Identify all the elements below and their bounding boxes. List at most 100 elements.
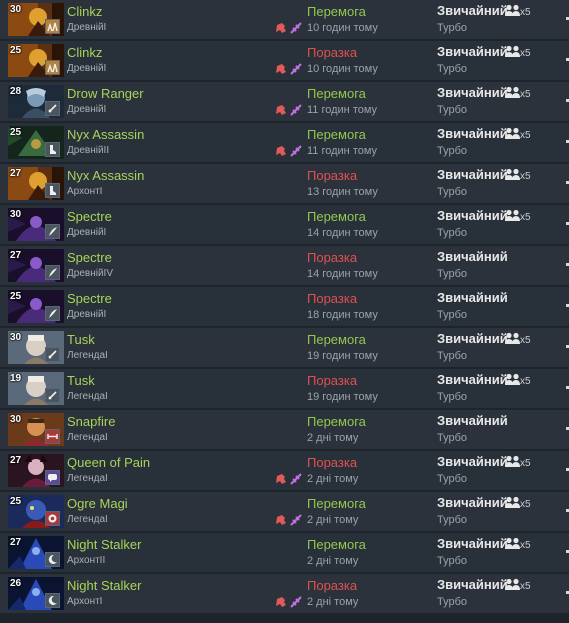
game-mode: Звичайний (437, 167, 508, 182)
match-row[interactable]: 25 Clinkz ДревнійI Поразка 10 годин тому… (0, 41, 569, 80)
game-submode: Турбо (437, 350, 468, 362)
game-submode: Турбо (437, 104, 468, 116)
arrows-icon (47, 434, 58, 439)
match-time: 18 годин тому (307, 309, 378, 321)
match-result: Поразка (307, 291, 358, 306)
role-badge (45, 388, 60, 403)
game-submode: Турбо (437, 145, 468, 157)
damage-item-icon (276, 515, 286, 525)
hero-level: 27 (10, 250, 22, 261)
game-mode: Звичайний (437, 577, 508, 592)
match-row[interactable]: 25 Nyx Assassin ДревнійII Перемога 11 го… (0, 123, 569, 162)
match-row[interactable]: 30 Spectre ДревнійI Перемога 14 годин то… (0, 205, 569, 244)
party-icon (505, 127, 520, 139)
game-submode: Турбо (437, 514, 468, 526)
hero-name[interactable]: Tusk (67, 373, 95, 388)
rank-label: ЛегендаI (67, 350, 108, 361)
game-submode: Турбо (437, 473, 468, 485)
rank-label: ЛегендаI (67, 432, 108, 443)
match-time: 11 годин тому (307, 104, 378, 116)
match-row[interactable]: 26 Night Stalker АрхонтI Поразка 2 дні т… (0, 574, 569, 613)
match-result: Перемога (307, 209, 366, 224)
hero-name[interactable]: Drow Ranger (67, 86, 144, 101)
hero-level: 25 (10, 496, 22, 507)
game-submode: Турбо (437, 596, 468, 608)
rank-label: ДревнійI (67, 227, 107, 238)
game-mode: Звичайний (437, 126, 508, 141)
hero-level: 25 (10, 45, 22, 56)
moon-icon (48, 595, 57, 605)
support-icon (47, 22, 58, 32)
chat-icon (48, 474, 57, 482)
party-size: x5 (520, 458, 531, 469)
role-badge (45, 60, 60, 75)
role-badge (45, 142, 60, 157)
game-mode: Звичайний (437, 413, 508, 428)
hero-level: 25 (10, 291, 22, 302)
magic-item-icon (290, 514, 302, 526)
game-mode: Звичайний (437, 290, 508, 305)
game-submode: Турбо (437, 391, 468, 403)
match-time: 2 дні тому (307, 514, 359, 526)
match-row[interactable]: 27 Spectre ДревнійIV Поразка 14 годин то… (0, 246, 569, 285)
match-row[interactable]: 30 Clinkz ДревнійI Перемога 10 годин том… (0, 0, 569, 39)
rank-label: ДревнійI (67, 309, 107, 320)
hero-name[interactable]: Snapfire (67, 414, 115, 429)
game-submode: Турбо (437, 432, 468, 444)
game-mode: Звичайний (437, 536, 508, 551)
game-submode: Турбо (437, 22, 468, 34)
match-row[interactable]: 19 Tusk ЛегендаI Поразка 19 годин тому З… (0, 369, 569, 408)
match-result: Перемога (307, 127, 366, 142)
rank-label: АрхонтII (67, 555, 106, 566)
hero-name[interactable]: Nyx Assassin (67, 168, 144, 183)
match-time: 14 годин тому (307, 227, 378, 239)
party-icon (505, 373, 520, 385)
hero-name[interactable]: Tusk (67, 332, 95, 347)
role-badge (45, 347, 60, 362)
hero-name[interactable]: Night Stalker (67, 537, 141, 552)
hero-level: 28 (10, 86, 22, 97)
party-size: x5 (520, 540, 531, 551)
hero-name[interactable]: Clinkz (67, 45, 102, 60)
match-row[interactable]: 30 Snapfire ЛегендаI Перемога 2 дні тому… (0, 410, 569, 449)
magic-item-icon (290, 104, 302, 116)
rank-label: АрхонтI (67, 186, 103, 197)
match-row[interactable]: 27 Night Stalker АрхонтII Перемога 2 дні… (0, 533, 569, 572)
damage-item-icon (276, 146, 286, 156)
party-size: x5 (520, 335, 531, 346)
magic-item-icon (290, 145, 302, 157)
hero-name[interactable]: Spectre (67, 250, 112, 265)
gem-icon (48, 514, 57, 523)
match-time: 19 годин тому (307, 391, 378, 403)
hero-name[interactable]: Spectre (67, 291, 112, 306)
game-mode: Звичайний (437, 249, 508, 264)
hero-name[interactable]: Nyx Assassin (67, 127, 144, 142)
hero-level: 30 (10, 4, 22, 15)
blade-icon (49, 268, 57, 277)
support-icon (47, 63, 58, 73)
match-time: 2 дні тому (307, 596, 359, 608)
match-row[interactable]: 27 Queen of Pain ЛегендаI Поразка 2 дні … (0, 451, 569, 490)
damage-item-icon (276, 105, 286, 115)
hero-name[interactable]: Ogre Magi (67, 496, 128, 511)
role-badge (45, 429, 60, 444)
match-time: 2 дні тому (307, 555, 359, 567)
match-row[interactable]: 25 Spectre ДревнійI Поразка 18 годин том… (0, 287, 569, 326)
hero-name[interactable]: Spectre (67, 209, 112, 224)
hero-name[interactable]: Night Stalker (67, 578, 141, 593)
match-time: 19 годин тому (307, 350, 378, 362)
match-row[interactable]: 25 Ogre Magi ЛегендаI Перемога 2 дні том… (0, 492, 569, 531)
role-badge (45, 511, 60, 526)
hero-name[interactable]: Queen of Pain (67, 455, 150, 470)
hero-level: 25 (10, 127, 22, 138)
match-result: Поразка (307, 45, 358, 60)
party-size: x5 (520, 171, 531, 182)
role-badge (45, 183, 60, 198)
damage-item-icon (276, 23, 286, 33)
match-result: Перемога (307, 4, 366, 19)
party-size: x5 (520, 499, 531, 510)
hero-name[interactable]: Clinkz (67, 4, 102, 19)
match-row[interactable]: 28 Drow Ranger ДревнійI Перемога 11 годи… (0, 82, 569, 121)
match-row[interactable]: 30 Tusk ЛегендаI Перемога 19 годин тому … (0, 328, 569, 367)
match-row[interactable]: 27 Nyx Assassin АрхонтI Поразка 13 годин… (0, 164, 569, 203)
